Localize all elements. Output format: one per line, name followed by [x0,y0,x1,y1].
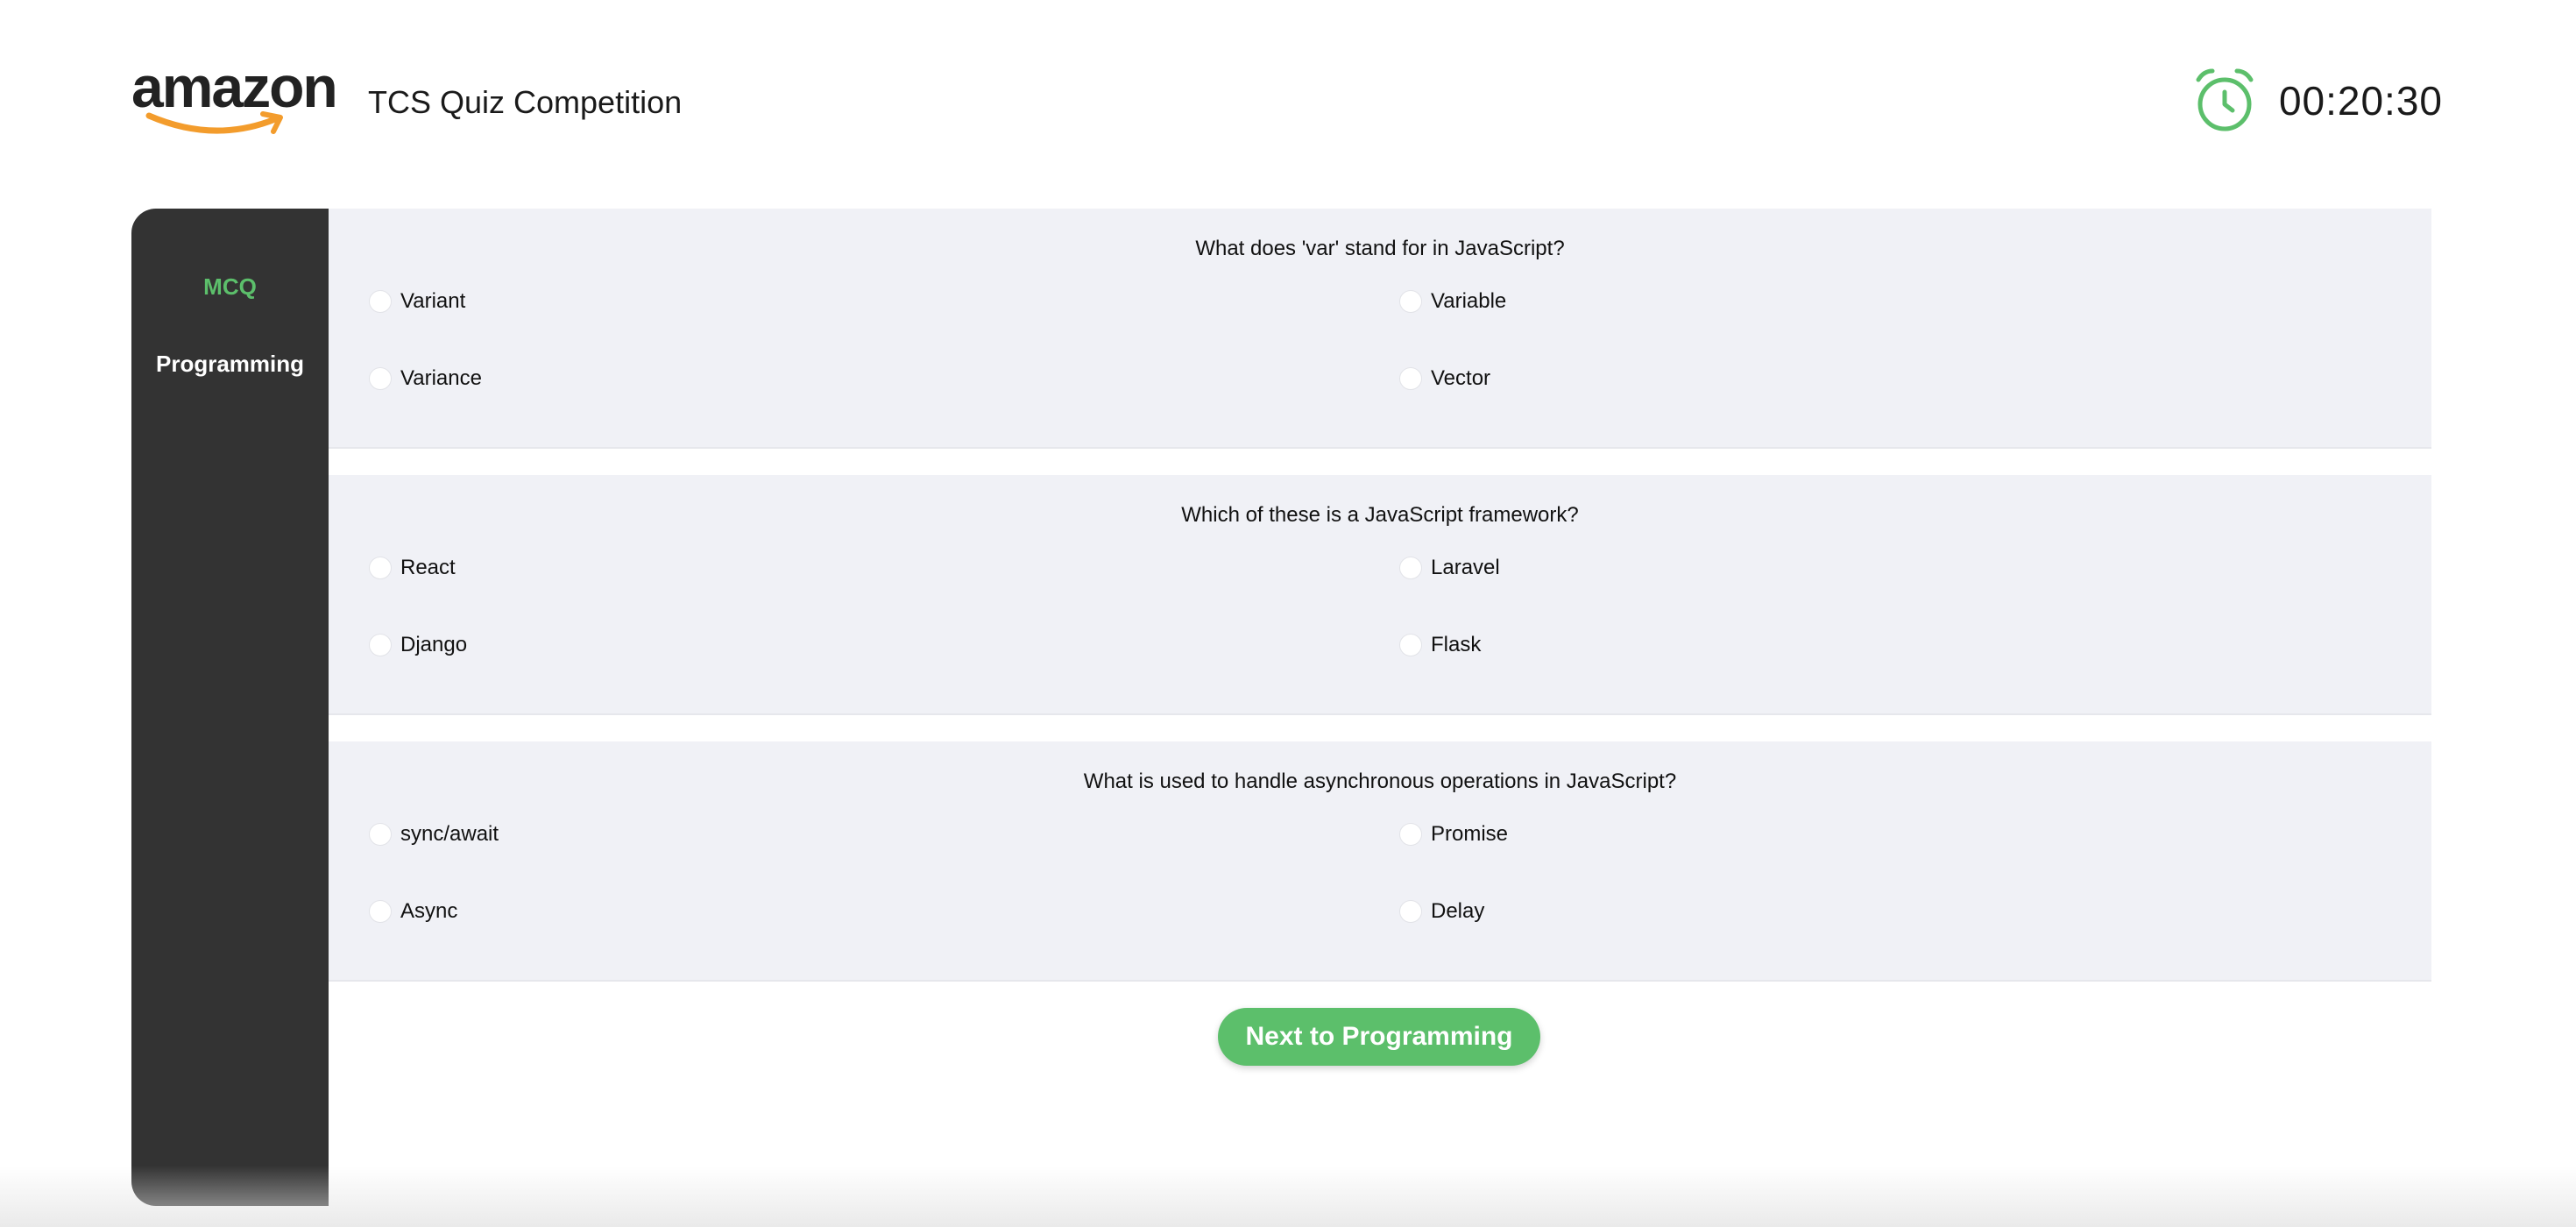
option-promise[interactable]: Promise [1399,822,1508,847]
timer: 00:20:30 [2191,61,2443,140]
option-label: Vector [1431,366,1491,390]
logo-smile-icon [145,111,283,134]
option-react[interactable]: React [369,556,456,580]
option-label: Variable [1431,289,1507,313]
option-label: sync/await [400,822,499,846]
question-card-1: What does 'var' stand for in JavaScript?… [329,209,2431,449]
option-delay[interactable]: Delay [1399,899,1484,924]
radio-button[interactable] [1399,557,1422,579]
next-to-programming-button[interactable]: Next to Programming [1218,1008,1540,1066]
radio-button[interactable] [369,557,392,579]
radio-button[interactable] [369,823,392,846]
question-text: What does 'var' stand for in JavaScript? [1195,237,1565,260]
header: amazon TCS Quiz Competition 00:20:30 [0,0,2576,207]
sidebar-item-mcq[interactable]: MCQ [131,273,329,301]
option-label: Variant [400,289,466,313]
question-card-2: Which of these is a JavaScript framework… [329,475,2431,715]
radio-button[interactable] [1399,900,1422,923]
option-label: React [400,556,456,579]
option-async[interactable]: Async [369,899,457,924]
option-label: Variance [400,366,482,390]
bottom-shadow [0,1166,2576,1227]
question-text: Which of these is a JavaScript framework… [1181,503,1579,527]
option-label: Laravel [1431,556,1500,579]
option-django[interactable]: Django [369,633,467,657]
option-label: Delay [1431,899,1485,923]
sidebar-item-programming[interactable]: Programming [131,351,329,378]
option-variant[interactable]: Variant [369,289,465,314]
radio-button[interactable] [369,367,392,390]
radio-button[interactable] [369,634,392,656]
timer-value: 00:20:30 [2278,78,2443,124]
radio-button[interactable] [369,900,392,923]
question-card-3: What is used to handle asynchronous oper… [329,741,2431,982]
radio-button[interactable] [369,290,392,313]
radio-button[interactable] [1399,634,1422,656]
option-flask[interactable]: Flask [1399,633,1481,657]
sidebar: MCQ Programming [131,209,329,1206]
option-label: Async [400,899,458,923]
option-vector[interactable]: Vector [1399,366,1490,391]
option-laravel[interactable]: Laravel [1399,556,1500,580]
radio-button[interactable] [1399,367,1422,390]
option-variance[interactable]: Variance [369,366,482,391]
option-label: Django [400,633,468,656]
amazon-logo: amazon [131,58,338,137]
option-sync-await[interactable]: sync/await [369,822,499,847]
option-label: Flask [1431,633,1482,656]
app-title: TCS Quiz Competition [368,84,683,120]
option-variable[interactable]: Variable [1399,289,1506,314]
radio-button[interactable] [1399,823,1422,846]
alarm-clock-icon [2196,68,2254,131]
option-label: Promise [1431,822,1509,846]
radio-button[interactable] [1399,290,1422,313]
logo-text: amazon [131,54,338,119]
question-text: What is used to handle asynchronous oper… [1083,770,1677,793]
